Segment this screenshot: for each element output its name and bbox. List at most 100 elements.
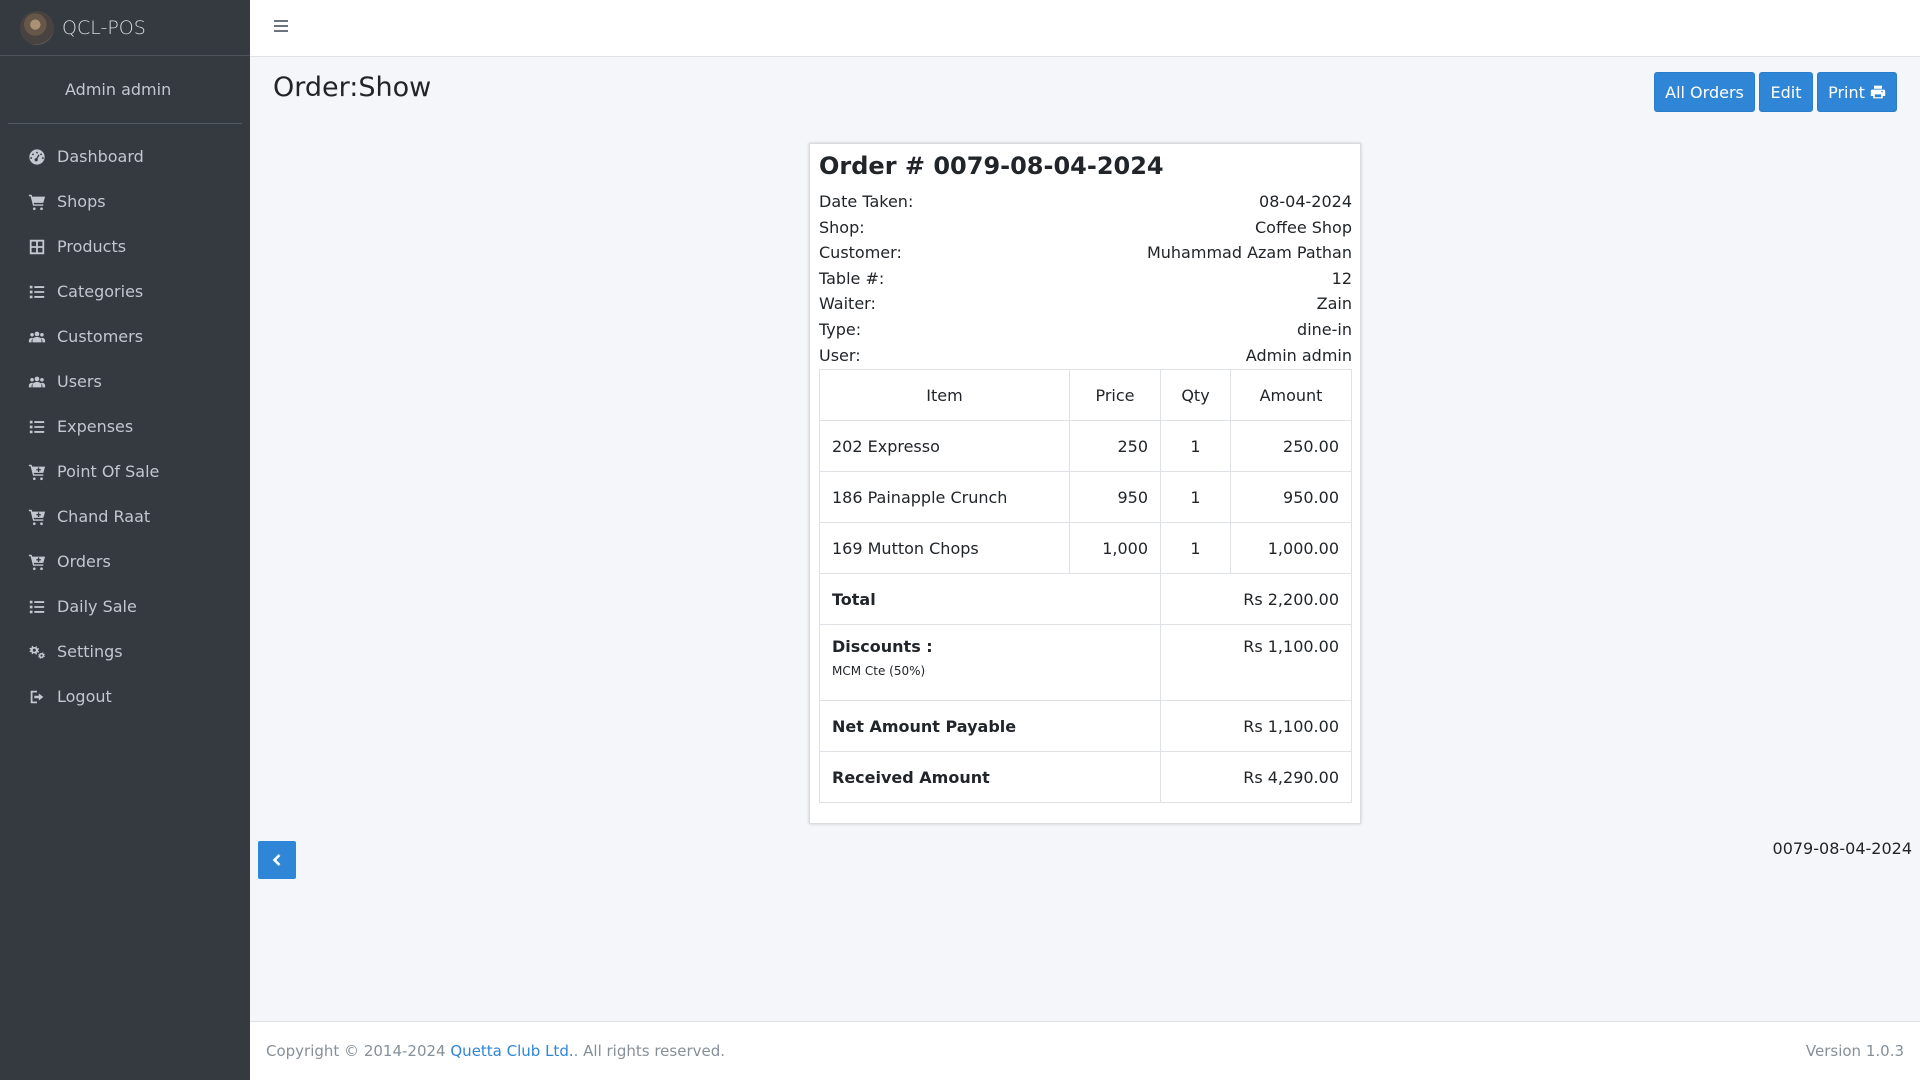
- sidebar-item-label: Orders: [57, 552, 111, 571]
- sidebar-item-daily-sale[interactable]: Daily Sale: [0, 584, 250, 629]
- info-value: 08-04-2024: [1259, 192, 1352, 211]
- brand-link[interactable]: QCL-POS: [0, 0, 250, 56]
- sidebar-item-logout[interactable]: Logout: [0, 674, 250, 719]
- order-card: Order # 0079-08-04-2024 Date Taken: 08-04…: [809, 143, 1361, 824]
- copyright-prefix: Copyright © 2014-2024: [266, 1042, 446, 1060]
- info-value: Coffee Shop: [1255, 217, 1352, 237]
- sidebar: QCL-POS Admin admin Dashboard Shops Prod…: [0, 0, 250, 1080]
- info-label: Table #:: [819, 268, 885, 288]
- sidebar-nav: Dashboard Shops Products Categories Cust…: [0, 124, 250, 719]
- company-link[interactable]: Quetta Club Ltd.: [450, 1042, 573, 1060]
- item-qty: 1: [1160, 522, 1231, 574]
- list-icon: [27, 282, 47, 302]
- discount-cell: Discounts : MCM Cte (50%): [819, 624, 1161, 701]
- column-header-amount: Amount: [1230, 369, 1352, 421]
- item-amount: 950.00: [1230, 471, 1352, 523]
- sidebar-item-expenses[interactable]: Expenses: [0, 404, 250, 449]
- info-label: Date Taken:: [819, 192, 914, 211]
- cart-plus-icon: [27, 507, 47, 527]
- printer-icon: [1870, 85, 1886, 99]
- sidebar-item-customers[interactable]: Customers: [0, 314, 250, 359]
- sidebar-item-label: Settings: [57, 642, 123, 661]
- sidebar-item-settings[interactable]: Settings: [0, 629, 250, 674]
- all-orders-button[interactable]: All Orders: [1654, 72, 1755, 112]
- total-value: Rs 2,200.00: [1160, 573, 1352, 625]
- sidebar-item-shops[interactable]: Shops: [0, 179, 250, 224]
- sidebar-item-label: Dashboard: [57, 147, 144, 166]
- sidebar-item-categories[interactable]: Categories: [0, 269, 250, 314]
- net-amount-row: Net Amount Payable Rs 1,100.00: [819, 700, 1352, 752]
- sidebar-item-label: Users: [57, 372, 102, 391]
- item-qty: 1: [1160, 420, 1231, 472]
- sidebar-item-label: Daily Sale: [57, 597, 137, 616]
- order-info: Date Taken: 08-04-2024 Shop: Coffee Shop C…: [819, 189, 1352, 368]
- sidebar-item-point-of-sale[interactable]: Point Of Sale: [0, 449, 250, 494]
- table-row: 186 Painapple Crunch 950 1 950.00: [819, 471, 1352, 523]
- info-value: dine-in: [1297, 319, 1352, 339]
- sidebar-item-label: Point Of Sale: [57, 462, 160, 481]
- item-name: 186 Painapple Crunch: [819, 471, 1070, 523]
- received-amount-row: Received Amount Rs 4,290.00: [819, 751, 1352, 803]
- sidebar-item-label: Categories: [57, 282, 144, 301]
- table-row: 169 Mutton Chops 1,000 1 1,000.00: [819, 522, 1352, 574]
- sidebar-item-label: Customers: [57, 327, 144, 346]
- table-header-row: Item Price Qty Amount: [819, 369, 1352, 421]
- print-button-label: Print: [1828, 82, 1865, 102]
- info-row-type: Type: dine-in: [819, 317, 1352, 343]
- sidebar-item-products[interactable]: Products: [0, 224, 250, 269]
- cart-plus-icon: [27, 552, 47, 572]
- chevron-left-icon: [272, 854, 281, 866]
- info-label: Customer:: [819, 243, 902, 263]
- received-amount-value: Rs 4,290.00: [1160, 751, 1352, 803]
- sidebar-item-label: Expenses: [57, 417, 134, 436]
- item-amount: 250.00: [1230, 420, 1352, 472]
- sidebar-item-chand-raat[interactable]: Chand Raat: [0, 494, 250, 539]
- total-label: Total: [819, 573, 1161, 625]
- footer: Copyright © 2014-2024 Quetta Club Ltd.. …: [250, 1021, 1920, 1080]
- sidebar-item-users[interactable]: Users: [0, 359, 250, 404]
- info-row-shop: Shop: Coffee Shop: [819, 215, 1352, 241]
- page-title: Order:Show: [273, 72, 432, 103]
- sidebar-item-dashboard[interactable]: Dashboard: [0, 134, 250, 179]
- table-row: 202 Expresso 250 1 250.00: [819, 420, 1352, 472]
- dashboard-icon: [27, 147, 47, 167]
- back-button[interactable]: [258, 841, 296, 879]
- column-header-qty: Qty: [1160, 369, 1231, 421]
- menu-toggle-icon[interactable]: [274, 20, 288, 32]
- net-amount-value: Rs 1,100.00: [1160, 700, 1352, 752]
- order-items-table: Item Price Qty Amount 202 Expresso 250 1…: [819, 369, 1352, 803]
- info-label: Waiter:: [819, 294, 876, 314]
- version-text: Version 1.0.3: [1805, 1042, 1904, 1060]
- net-amount-label: Net Amount Payable: [819, 700, 1161, 752]
- received-amount-label: Received Amount: [819, 751, 1161, 803]
- discount-value: Rs 1,100.00: [1160, 624, 1352, 701]
- user-name[interactable]: Admin admin: [65, 80, 171, 99]
- discount-label: Discounts :: [832, 637, 933, 656]
- edit-button[interactable]: Edit: [1759, 72, 1813, 112]
- column-header-price: Price: [1069, 369, 1161, 421]
- sidebar-item-orders[interactable]: Orders: [0, 539, 250, 584]
- sidebar-item-label: Logout: [57, 687, 112, 706]
- users-icon: [27, 372, 47, 392]
- print-button[interactable]: Print: [1817, 72, 1897, 112]
- info-value: 12: [1331, 268, 1352, 288]
- cart-plus-icon: [27, 462, 47, 482]
- user-panel: Admin admin: [8, 56, 242, 124]
- sidebar-item-label: Chand Raat: [57, 507, 151, 526]
- info-row-customer: Customer: Muhammad Azam Pathan: [819, 240, 1352, 266]
- item-amount: 1,000.00: [1230, 522, 1352, 574]
- sign-out-icon: [27, 687, 47, 707]
- sidebar-item-label: Products: [57, 237, 127, 256]
- brand-text: QCL-POS: [62, 16, 146, 39]
- column-header-item: Item: [819, 369, 1070, 421]
- info-row-user: User: Admin admin: [819, 343, 1352, 369]
- grid-icon: [27, 237, 47, 257]
- order-title: Order # 0079-08-04-2024: [819, 152, 1164, 180]
- info-label: Shop:: [819, 217, 865, 237]
- discount-detail: MCM Cte (50%): [832, 664, 926, 678]
- top-navbar: [250, 0, 1920, 57]
- footer-copyright: Copyright © 2014-2024 Quetta Club Ltd.. …: [266, 1042, 725, 1060]
- info-label: User:: [819, 345, 861, 365]
- rights-text: . All rights reserved.: [573, 1042, 726, 1060]
- list-icon: [27, 597, 47, 617]
